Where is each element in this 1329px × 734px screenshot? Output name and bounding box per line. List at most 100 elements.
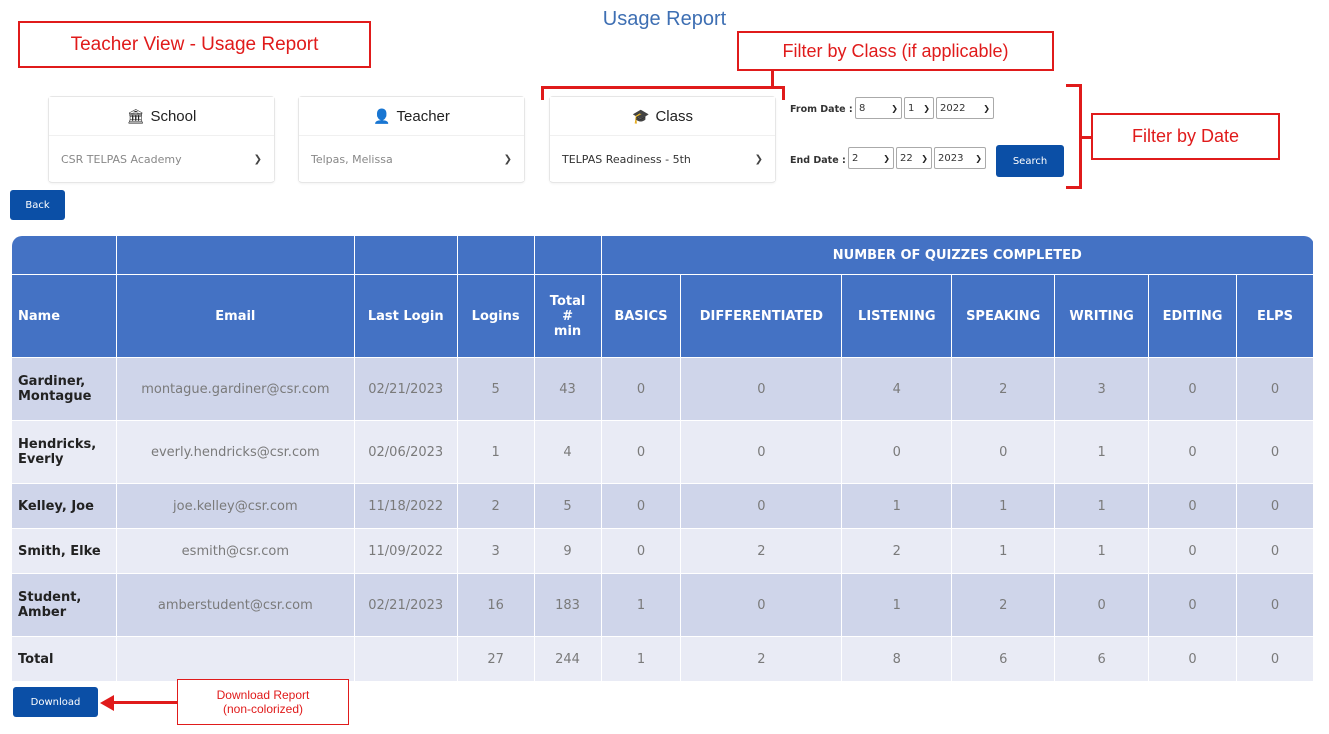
cell-last-login: 02/21/2023 <box>353 357 458 421</box>
column-header-writing: WRITING <box>1054 274 1150 358</box>
cell-logins: 1 <box>456 420 535 484</box>
teacher-select-value: Telpas, Melissa <box>311 152 393 166</box>
cell-name: Student, Amber <box>11 573 117 637</box>
cell-name: Kelley, Joe <box>11 483 117 529</box>
column-header-name: Name <box>11 274 117 358</box>
column-header-listening: LISTENING <box>841 274 953 358</box>
end-year-value: 2023 <box>938 152 964 164</box>
cell-differentiated: 0 <box>680 420 843 484</box>
column-header-elps: ELPS <box>1236 274 1314 358</box>
cell-logins: 2 <box>456 483 535 529</box>
table-row: Student, Amber amberstudent@csr.com 02/21/… <box>11 573 1314 637</box>
cell-writing: 0 <box>1054 573 1150 637</box>
header-blank <box>115 235 355 275</box>
usage-report-table-container: NUMBER OF QUIZZES COMPLETED Name Email Las… <box>11 235 1315 682</box>
cell-total-min: 5 <box>533 483 602 529</box>
from-month-select[interactable]: 8 ❯ <box>855 97 902 119</box>
cell-basics: 0 <box>600 483 682 529</box>
chevron-down-icon: ❯ <box>975 153 982 163</box>
school-label: School <box>150 107 197 125</box>
cell-name: Total <box>11 636 117 682</box>
class-select[interactable]: TELPAS Readiness - 5th ❯ <box>550 137 775 181</box>
column-header-email: Email <box>115 274 355 358</box>
end-month-value: 2 <box>852 152 859 164</box>
user-icon: 👤 <box>373 107 391 124</box>
column-header-logins: Logins <box>456 274 535 358</box>
column-header-differentiated: DIFFERENTIATED <box>680 274 843 358</box>
cell-basics: 0 <box>600 357 682 421</box>
back-button[interactable]: Back <box>10 190 65 220</box>
from-month-value: 8 <box>859 102 866 114</box>
cell-editing: 0 <box>1148 357 1238 421</box>
from-year-select[interactable]: 2022 ❯ <box>936 97 994 119</box>
end-date-label: End Date : <box>790 155 846 166</box>
cell-basics: 0 <box>600 528 682 574</box>
cell-writing: 1 <box>1054 528 1150 574</box>
school-filter-card: 🏛 School CSR TELPAS Academy ❯ <box>48 96 275 183</box>
column-header-speaking: SPEAKING <box>951 274 1056 358</box>
annotation-download-arrow-line <box>112 701 178 704</box>
cell-speaking: 2 <box>951 357 1056 421</box>
cell-email <box>115 636 355 682</box>
cell-last-login: 02/21/2023 <box>353 573 458 637</box>
chevron-down-icon: ❯ <box>503 153 512 165</box>
cell-basics: 0 <box>600 420 682 484</box>
chevron-down-icon: ❯ <box>923 103 930 113</box>
chevron-down-icon: ❯ <box>754 153 763 165</box>
annotation-date-bracket <box>1066 84 1082 189</box>
cell-total-min: 183 <box>533 573 602 637</box>
institution-icon: 🏛 <box>126 107 145 124</box>
cell-listening: 0 <box>841 420 953 484</box>
cell-editing: 0 <box>1148 573 1238 637</box>
cell-email: montague.gardiner@csr.com <box>115 357 355 421</box>
from-year-value: 2022 <box>940 102 966 114</box>
end-year-select[interactable]: 2023 ❯ <box>934 147 986 169</box>
end-day-select[interactable]: 22 ❯ <box>896 147 932 169</box>
cell-listening: 4 <box>841 357 953 421</box>
cell-elps: 0 <box>1236 636 1314 682</box>
graduation-cap-icon: 🎓 <box>632 107 650 124</box>
teacher-filter-card: 👤 Teacher Telpas, Melissa ❯ <box>298 96 525 183</box>
cell-speaking: 6 <box>951 636 1056 682</box>
cell-editing: 0 <box>1148 420 1238 484</box>
header-blank <box>533 235 602 275</box>
cell-elps: 0 <box>1236 420 1314 484</box>
cell-listening: 1 <box>841 483 953 529</box>
column-header-total-min: Total # min <box>533 274 602 358</box>
annotation-class-connector <box>771 70 774 87</box>
annotation-teacher-view: Teacher View - Usage Report <box>18 21 371 68</box>
quizzes-group-header: NUMBER OF QUIZZES COMPLETED <box>600 235 1315 275</box>
cell-editing: 0 <box>1148 636 1238 682</box>
download-button[interactable]: Download <box>13 687 98 717</box>
cell-writing: 1 <box>1054 483 1150 529</box>
annotation-date-connector <box>1082 136 1091 139</box>
cell-name: Smith, Elke <box>11 528 117 574</box>
cell-basics: 1 <box>600 573 682 637</box>
cell-total-min: 244 <box>533 636 602 682</box>
school-select[interactable]: CSR TELPAS Academy ❯ <box>49 137 274 181</box>
from-day-select[interactable]: 1 ❯ <box>904 97 934 119</box>
school-select-value: CSR TELPAS Academy <box>61 152 182 166</box>
cell-differentiated: 2 <box>680 528 843 574</box>
cell-logins: 3 <box>456 528 535 574</box>
end-day-value: 22 <box>900 152 913 164</box>
cell-elps: 0 <box>1236 528 1314 574</box>
cell-total-min: 43 <box>533 357 602 421</box>
annotation-filter-date: Filter by Date <box>1091 113 1280 160</box>
annotation-filter-class: Filter by Class (if applicable) <box>737 31 1054 71</box>
cell-last-login <box>353 636 458 682</box>
column-header-last-login: Last Login <box>353 274 458 358</box>
cell-last-login: 11/18/2022 <box>353 483 458 529</box>
cell-speaking: 2 <box>951 573 1056 637</box>
cell-speaking: 0 <box>951 420 1056 484</box>
cell-email: everly.hendricks@csr.com <box>115 420 355 484</box>
cell-differentiated: 0 <box>680 573 843 637</box>
chevron-down-icon: ❯ <box>883 153 890 163</box>
cell-listening: 2 <box>841 528 953 574</box>
table-row: Smith, Elke esmith@csr.com 11/09/2022 3 9 0 2 2… <box>11 528 1314 574</box>
cell-logins: 16 <box>456 573 535 637</box>
teacher-select[interactable]: Telpas, Melissa ❯ <box>299 137 524 181</box>
search-button[interactable]: Search <box>996 145 1064 177</box>
end-month-select[interactable]: 2 ❯ <box>848 147 894 169</box>
table-row: Kelley, Joe joe.kelley@csr.com 11/18/2022 2… <box>11 483 1314 529</box>
